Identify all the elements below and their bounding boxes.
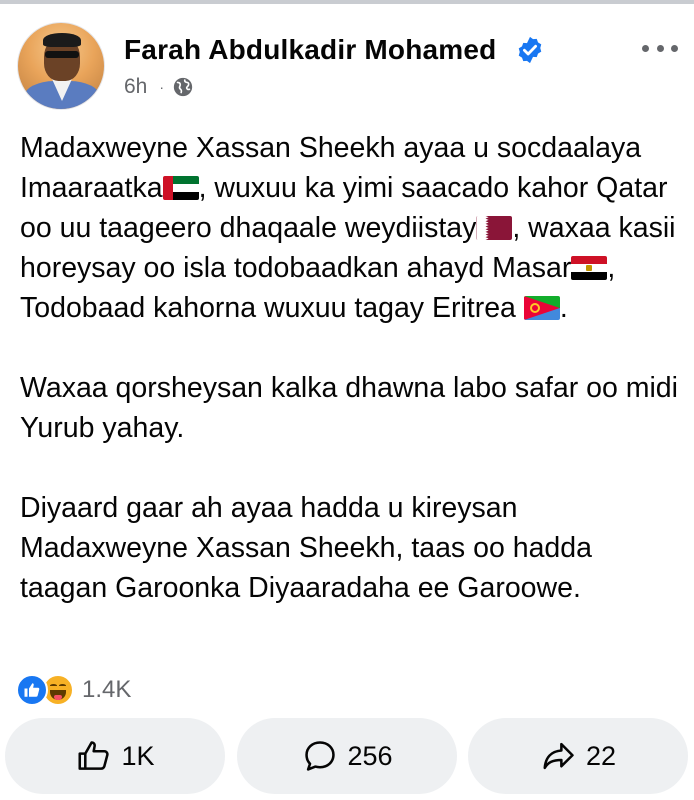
verified-badge-icon	[518, 36, 542, 64]
share-count: 22	[585, 740, 617, 771]
egypt-flag-icon	[571, 256, 608, 280]
post-header: Farah Abdulkadir Mohamed 6h ·	[0, 14, 694, 114]
top-divider	[0, 0, 694, 4]
globe-icon	[173, 77, 193, 97]
like-count: 1K	[121, 740, 155, 771]
author-name[interactable]: Farah Abdulkadir Mohamed	[124, 34, 496, 66]
post-paragraph: Madaxweyne Xassan Sheekh ayaa u socdaala…	[20, 128, 680, 328]
eritrea-flag-icon	[523, 296, 560, 320]
thumbs-up-icon	[78, 741, 110, 770]
post-body: Madaxweyne Xassan Sheekh ayaa u socdaala…	[20, 128, 680, 648]
comment-icon	[305, 741, 336, 771]
comment-count: 256	[347, 740, 393, 771]
author-avatar[interactable]	[17, 22, 105, 110]
post-paragraph: Diyaard gaar ah ayaa hadda u kireysan Ma…	[20, 492, 592, 604]
like-button[interactable]: 1K	[5, 718, 225, 794]
reaction-count: 1.4K	[82, 676, 132, 703]
post-time[interactable]: 6h	[124, 75, 147, 99]
comment-button[interactable]: 256	[237, 718, 457, 794]
reaction-summary[interactable]: 1.4K	[16, 673, 131, 707]
post-text-segment: .	[559, 292, 568, 324]
qatar-flag-icon	[476, 216, 513, 240]
share-arrow-icon	[543, 742, 574, 770]
post-paragraph: Waxaa qorsheysan kalka dhawna labo safar…	[20, 372, 678, 444]
post-meta: 6h ·	[124, 74, 194, 100]
share-button[interactable]: 22	[468, 718, 688, 794]
more-options-icon[interactable]	[642, 38, 678, 58]
meta-separator: ·	[159, 79, 165, 95]
uae-flag-icon	[162, 176, 199, 200]
action-bar: 1K 256 22	[0, 718, 694, 794]
like-reaction-icon	[16, 674, 48, 706]
